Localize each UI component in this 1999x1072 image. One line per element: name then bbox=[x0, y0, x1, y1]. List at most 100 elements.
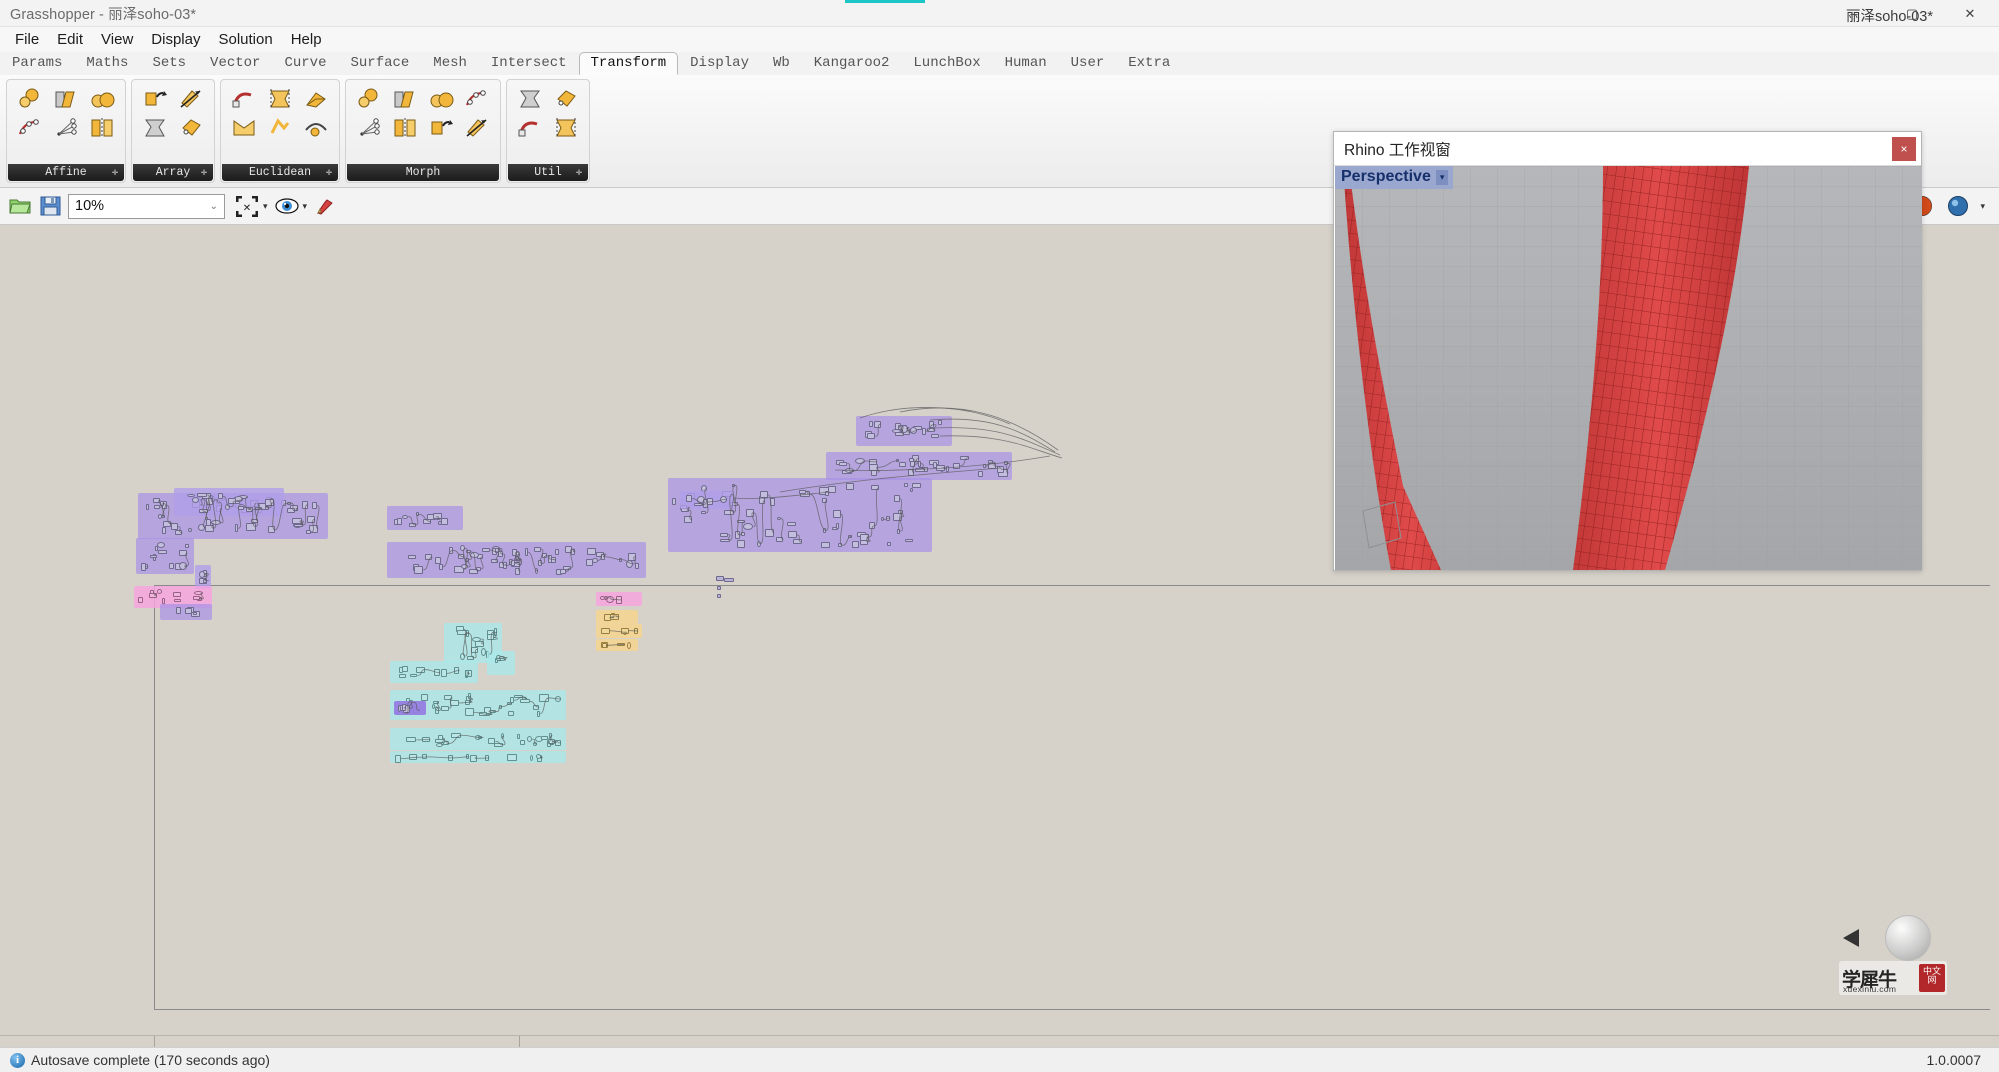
gh-component[interactable] bbox=[396, 518, 402, 526]
gh-component[interactable] bbox=[156, 541, 165, 548]
gh-component[interactable] bbox=[731, 483, 735, 487]
gh-component[interactable] bbox=[524, 548, 528, 557]
gh-component[interactable] bbox=[287, 508, 296, 514]
gh-component[interactable] bbox=[615, 595, 622, 604]
menu-solution[interactable]: Solution bbox=[209, 27, 281, 52]
box-morph-icon[interactable] bbox=[12, 113, 48, 142]
menu-file[interactable]: File bbox=[6, 27, 48, 52]
viewport-label[interactable]: Perspective ▾ bbox=[1335, 166, 1454, 189]
gh-component[interactable] bbox=[880, 517, 884, 522]
gh-component[interactable] bbox=[987, 460, 993, 465]
scale-nu-icon[interactable] bbox=[84, 84, 120, 113]
twisted-box-icon[interactable] bbox=[459, 84, 495, 113]
gh-component[interactable] bbox=[420, 693, 428, 701]
gh-component[interactable] bbox=[938, 419, 943, 425]
menu-help[interactable]: Help bbox=[282, 27, 331, 52]
gh-component[interactable] bbox=[469, 754, 477, 762]
gh-component[interactable] bbox=[533, 704, 540, 710]
gh-component[interactable] bbox=[620, 627, 629, 634]
gh-component[interactable] bbox=[549, 733, 553, 739]
gh-component[interactable] bbox=[601, 553, 606, 560]
gh-component[interactable] bbox=[927, 428, 936, 433]
gh-component[interactable] bbox=[740, 531, 745, 536]
group-cyan-node-right[interactable] bbox=[487, 651, 515, 675]
bake-icon[interactable] bbox=[311, 192, 341, 221]
gh-component[interactable] bbox=[886, 542, 891, 547]
gh-component[interactable] bbox=[587, 547, 597, 555]
gh-component[interactable] bbox=[140, 562, 146, 571]
gh-component[interactable] bbox=[425, 554, 433, 561]
gh-component[interactable] bbox=[917, 460, 921, 467]
ribbon-tab-intersect[interactable]: Intersect bbox=[479, 52, 579, 75]
ribbon-tab-lunchbox[interactable]: LunchBox bbox=[901, 52, 992, 75]
gh-component[interactable] bbox=[464, 708, 474, 717]
ribbon-tab-kangaroo2[interactable]: Kangaroo2 bbox=[802, 52, 902, 75]
gh-component[interactable] bbox=[1004, 461, 1009, 466]
gh-component[interactable] bbox=[465, 699, 471, 705]
project-icon[interactable] bbox=[298, 84, 334, 113]
gh-component[interactable] bbox=[199, 508, 209, 513]
gh-component[interactable] bbox=[402, 666, 409, 673]
gh-component[interactable] bbox=[176, 607, 182, 615]
gh-component[interactable] bbox=[541, 553, 547, 559]
gh-component[interactable] bbox=[410, 673, 418, 677]
gh-component[interactable] bbox=[601, 642, 607, 648]
minimize-button[interactable]: – bbox=[1825, 0, 1883, 27]
open-file-icon[interactable] bbox=[5, 192, 35, 221]
gh-component[interactable] bbox=[868, 421, 873, 428]
preview-caret[interactable]: ▾ bbox=[303, 201, 308, 212]
ribbon-tab-wb[interactable]: Wb bbox=[761, 52, 802, 75]
gh-component[interactable] bbox=[897, 528, 901, 534]
gh-component[interactable] bbox=[432, 700, 439, 704]
ribbon-tab-params[interactable]: Params bbox=[0, 52, 74, 75]
gh-component[interactable] bbox=[845, 482, 854, 490]
gh-component[interactable] bbox=[422, 754, 428, 760]
gh-component[interactable] bbox=[512, 548, 518, 556]
gh-component[interactable] bbox=[472, 636, 482, 642]
gh-component[interactable] bbox=[997, 466, 1005, 474]
rhino-3d-viewport[interactable]: Perspective ▾ bbox=[1335, 166, 1922, 570]
gh-component[interactable] bbox=[447, 754, 453, 761]
gh-component[interactable] bbox=[255, 506, 263, 510]
menu-edit[interactable]: Edit bbox=[48, 27, 92, 52]
ribbon-tab-surface[interactable]: Surface bbox=[338, 52, 421, 75]
gh-component[interactable] bbox=[515, 567, 521, 575]
zoom-extents-icon[interactable]: ✕ bbox=[232, 192, 262, 221]
merge-transform-icon[interactable] bbox=[548, 113, 584, 142]
gh-component[interactable] bbox=[904, 483, 909, 488]
gh-component[interactable] bbox=[910, 461, 916, 468]
gh-component[interactable] bbox=[600, 627, 610, 634]
gh-component[interactable] bbox=[185, 543, 190, 548]
gh-component[interactable] bbox=[886, 515, 891, 521]
array-polar-icon[interactable] bbox=[173, 84, 209, 113]
array-linear-icon[interactable] bbox=[137, 113, 173, 142]
gh-component[interactable] bbox=[146, 503, 150, 510]
gh-component[interactable] bbox=[416, 666, 426, 673]
surface-box-icon[interactable] bbox=[423, 84, 459, 113]
gh-component[interactable] bbox=[398, 673, 406, 678]
gh-component[interactable] bbox=[185, 607, 193, 614]
gh-component[interactable] bbox=[206, 497, 214, 505]
gh-component[interactable] bbox=[686, 495, 693, 503]
gh-component[interactable] bbox=[149, 554, 157, 558]
gh-component[interactable] bbox=[402, 704, 407, 712]
gh-component[interactable] bbox=[529, 754, 533, 761]
gh-component[interactable] bbox=[571, 548, 576, 555]
gh-component[interactable] bbox=[538, 560, 543, 567]
canvas-vertical-scrollbar[interactable] bbox=[1990, 225, 1999, 1047]
gh-component[interactable] bbox=[769, 497, 775, 506]
gh-component[interactable] bbox=[148, 592, 157, 598]
gh-component[interactable] bbox=[192, 596, 200, 601]
gh-component[interactable] bbox=[480, 647, 486, 656]
gh-component[interactable] bbox=[306, 529, 312, 534]
gh-component[interactable] bbox=[394, 754, 401, 763]
gh-component[interactable] bbox=[832, 510, 841, 519]
gh-component[interactable] bbox=[469, 568, 479, 574]
preview-eye-icon[interactable] bbox=[272, 192, 302, 221]
sphere-preview-icon[interactable] bbox=[1943, 192, 1973, 221]
ribbon-tab-extra[interactable]: Extra bbox=[1116, 52, 1182, 75]
flow-icon[interactable] bbox=[387, 113, 423, 142]
zoom-level-combobox[interactable]: 10% ⌄ bbox=[68, 193, 225, 219]
gh-component[interactable] bbox=[610, 614, 620, 620]
gh-component[interactable] bbox=[533, 741, 538, 746]
